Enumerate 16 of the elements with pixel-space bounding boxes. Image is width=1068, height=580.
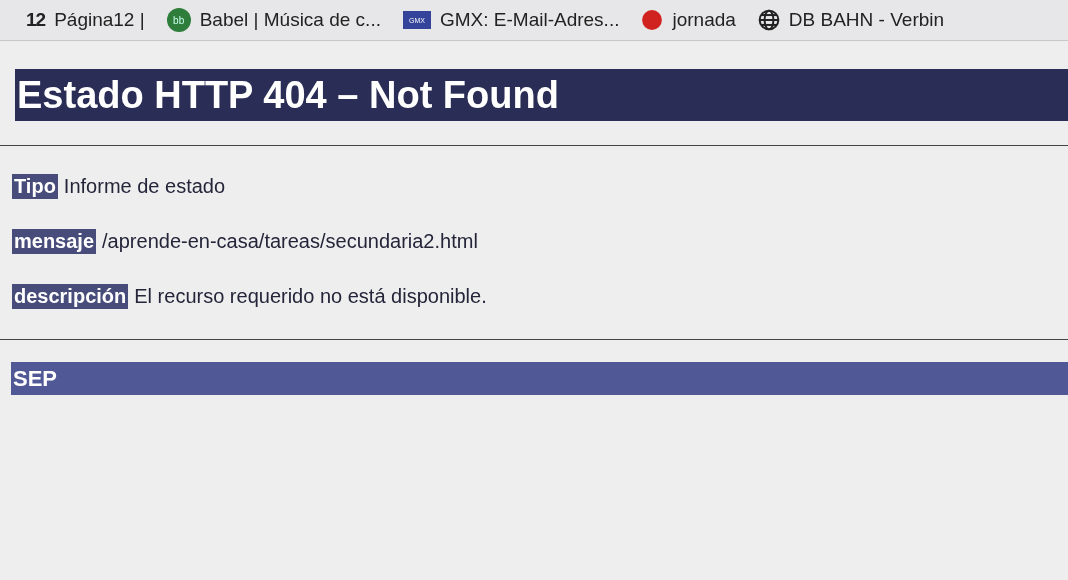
- globe-icon: [757, 9, 780, 31]
- field-label: mensaje: [12, 229, 97, 254]
- field-value: El recurso requerido no está disponible.: [134, 285, 487, 308]
- bookmark-link[interactable]: DB BAHN - Verbin: [757, 9, 945, 31]
- bookmark-link[interactable]: bb Babel | Música de c...: [166, 8, 381, 32]
- footer-banner: SEP: [11, 362, 1068, 395]
- bookmark-link[interactable]: 12 Página12 |: [26, 9, 145, 31]
- page-title: Estado HTTP 404 – Not Found: [15, 69, 1068, 121]
- field-value: Informe de estado: [63, 175, 226, 198]
- site-logo: bb: [166, 8, 191, 32]
- field-value: /aprende-en-casa/tareas/secundaria2.html: [102, 230, 478, 253]
- site-logo: 12: [26, 9, 46, 31]
- circle-icon: [641, 9, 664, 31]
- field-label: Tipo: [12, 174, 58, 199]
- field-label: descripción: [12, 284, 129, 309]
- bookmark-link[interactable]: jornada: [641, 9, 736, 31]
